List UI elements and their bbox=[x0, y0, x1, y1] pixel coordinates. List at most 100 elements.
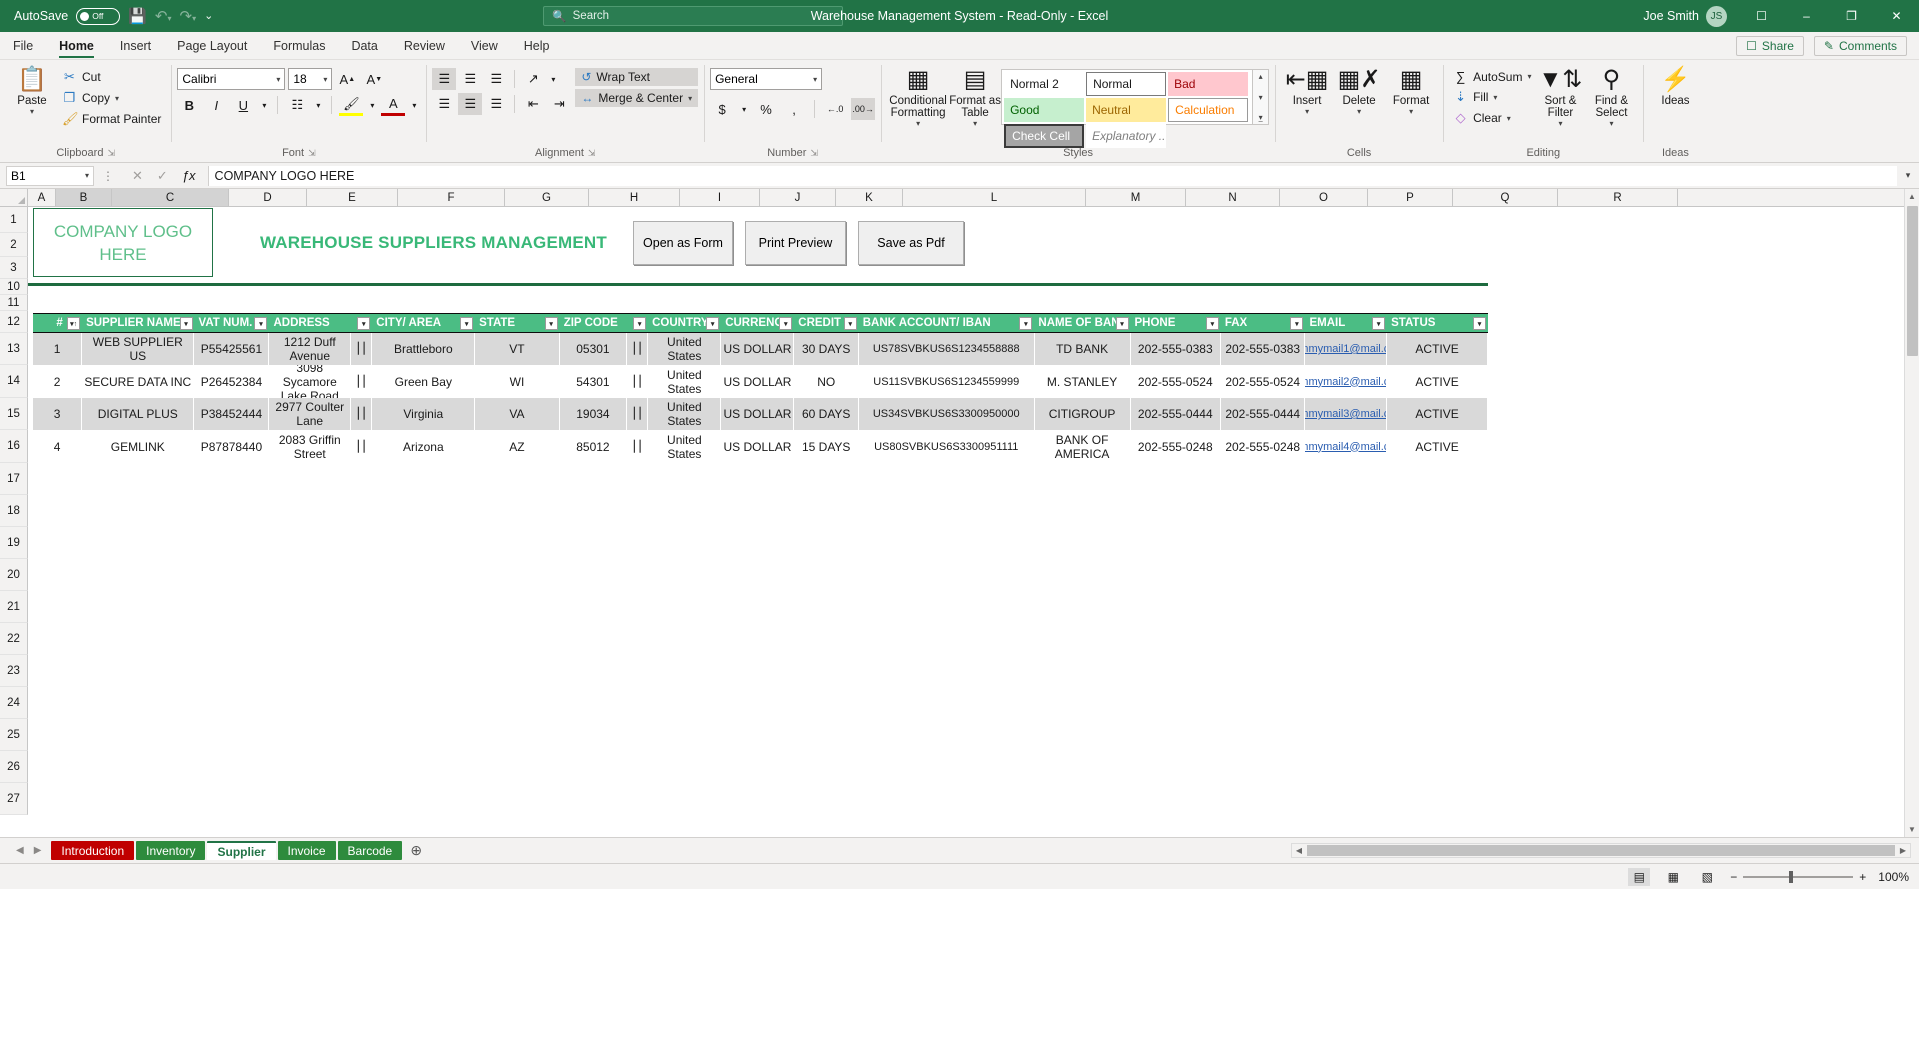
cell-iban[interactable]: US34SVBKUS6S3300950000 bbox=[858, 398, 1035, 430]
autosum-button[interactable]: ∑ AutoSum ▾ bbox=[1449, 68, 1535, 85]
filter-icon[interactable]: ▾ bbox=[1290, 317, 1304, 330]
column-supplier-name[interactable]: SUPPLIER NAME ▾ bbox=[82, 314, 194, 332]
vertical-scrollbar[interactable]: ▲ ▼ bbox=[1904, 189, 1919, 837]
increase-font-size-button[interactable]: A ▲ bbox=[335, 68, 359, 90]
decrease-indent-button[interactable]: ⇤ bbox=[521, 93, 545, 115]
chevron-down-icon[interactable]: ▾ bbox=[1305, 107, 1309, 116]
save-icon[interactable]: 💾 bbox=[128, 9, 147, 24]
decrease-font-size-button[interactable]: A ▼ bbox=[362, 68, 386, 90]
scroll-right-icon[interactable]: ▶ bbox=[1896, 846, 1910, 855]
cell-style-normal-2[interactable]: Normal 2 bbox=[1004, 72, 1085, 96]
cell-currency[interactable]: US DOLLAR bbox=[721, 398, 795, 430]
autosave-toggle[interactable]: Off bbox=[76, 7, 121, 25]
filter-icon[interactable]: ▾ bbox=[254, 317, 268, 330]
row-header-21[interactable]: 21 bbox=[0, 591, 28, 623]
email-link[interactable]: dummymail2@mail.com bbox=[1305, 375, 1386, 389]
cell-fax[interactable]: 202-555-0524 bbox=[1220, 365, 1306, 398]
filter-icon[interactable]: ▾ bbox=[779, 317, 793, 330]
column-header-J[interactable]: J bbox=[760, 189, 836, 206]
expand-formula-bar-icon[interactable]: ▾ bbox=[1899, 170, 1917, 181]
first-sheet-icon[interactable]: ◀ bbox=[16, 845, 24, 856]
format-as-table-button[interactable]: ▤ Format as Table ▾ bbox=[949, 63, 1001, 129]
chevron-down-icon[interactable]: ▾ bbox=[1527, 72, 1531, 81]
cell-bank[interactable]: M. STANLEY bbox=[1034, 365, 1131, 398]
cell-supplier[interactable]: DIGITAL PLUS bbox=[82, 398, 195, 430]
formula-input[interactable]: COMPANY LOGO HERE bbox=[207, 165, 1897, 186]
accounting-format-button[interactable]: $ bbox=[710, 98, 734, 120]
cell-fax[interactable]: 202-555-0444 bbox=[1220, 398, 1306, 430]
horizontal-scrollbar[interactable]: ◀ ▶ bbox=[1291, 843, 1911, 858]
zoom-handle[interactable] bbox=[1789, 870, 1794, 883]
orientation-icon[interactable]: ↗ bbox=[521, 68, 545, 90]
cell-email[interactable]: dummymail2@mail.com bbox=[1305, 365, 1388, 398]
italic-button[interactable]: I bbox=[204, 94, 228, 116]
column-header-A[interactable]: A bbox=[28, 189, 56, 206]
column-header-Q[interactable]: Q bbox=[1453, 189, 1558, 206]
cell-city[interactable]: Green Bay bbox=[372, 365, 476, 398]
chevron-down-icon[interactable]: ▾ bbox=[688, 94, 692, 103]
column-address[interactable]: ADDRESS ▾ bbox=[269, 314, 372, 332]
filter-icon[interactable]: ▾ bbox=[1115, 317, 1129, 330]
vertical-scroll-thumb[interactable] bbox=[1906, 206, 1918, 356]
cell-fax[interactable]: 202-555-0383 bbox=[1220, 333, 1306, 365]
format-cells-button[interactable]: ▦ Format ▾ bbox=[1385, 63, 1437, 117]
underline-dropdown-icon[interactable]: ▾ bbox=[258, 94, 270, 116]
chevron-down-icon[interactable]: ▾ bbox=[1609, 119, 1613, 128]
cell-supplier[interactable]: GEMLINK bbox=[82, 430, 195, 463]
map-icon[interactable]: ⎮⎮ bbox=[627, 333, 649, 365]
column-header-G[interactable]: G bbox=[505, 189, 589, 206]
row-header-3[interactable]: 3 bbox=[0, 257, 28, 279]
cell-currency[interactable]: US DOLLAR bbox=[721, 430, 795, 463]
restore-button[interactable]: ❐ bbox=[1829, 0, 1874, 32]
cell-address[interactable]: 3098 Sycamore Lake Road bbox=[269, 365, 352, 398]
paste-dropdown-icon[interactable]: ▾ bbox=[30, 107, 34, 116]
map-icon[interactable]: ⎮⎮ bbox=[627, 398, 649, 430]
zoom-track[interactable] bbox=[1743, 870, 1854, 883]
row-header-23[interactable]: 23 bbox=[0, 655, 28, 687]
chevron-down-icon[interactable]: ▾ bbox=[973, 119, 977, 128]
font-size-combo[interactable]: 18 ▾ bbox=[288, 68, 333, 90]
cell-state[interactable]: VA bbox=[475, 398, 560, 430]
close-button[interactable]: ✕ bbox=[1874, 0, 1919, 32]
cell-state[interactable]: AZ bbox=[475, 430, 560, 463]
cell-city[interactable]: Arizona bbox=[372, 430, 476, 463]
name-box[interactable]: B1 ▾ bbox=[6, 165, 94, 186]
map-icon[interactable]: ⎮⎮ bbox=[351, 333, 373, 365]
filter-icon[interactable]: ▾ bbox=[843, 317, 857, 330]
column-header-K[interactable]: K bbox=[836, 189, 903, 206]
cut-button[interactable]: ✂ Cut bbox=[58, 68, 165, 86]
chevron-down-icon[interactable]: ▾ bbox=[1357, 107, 1361, 116]
column-header-H[interactable]: H bbox=[589, 189, 680, 206]
tab-help[interactable]: Help bbox=[511, 32, 563, 59]
column-email[interactable]: EMAIL ▾ bbox=[1305, 314, 1387, 332]
cell-bank[interactable]: TD BANK bbox=[1034, 333, 1131, 365]
normal-view-icon[interactable]: ▤ bbox=[1628, 867, 1651, 886]
borders-dropdown-icon[interactable]: ▾ bbox=[312, 94, 324, 116]
column-header-I[interactable]: I bbox=[680, 189, 760, 206]
column-header-N[interactable]: N bbox=[1186, 189, 1280, 206]
sheet-tab-barcode[interactable]: Barcode bbox=[337, 841, 403, 860]
cell-vat[interactable]: P55425561 bbox=[194, 333, 270, 365]
table-row[interactable]: 2 SECURE DATA INC P26452384 3098 Sycamor… bbox=[33, 365, 1489, 398]
ribbon-display-options-icon[interactable]: ☐ bbox=[1739, 0, 1784, 32]
customize-quick-access-icon[interactable]: ⌄ bbox=[204, 10, 213, 22]
last-sheet-icon[interactable]: ▶ bbox=[34, 845, 42, 856]
cell-style-normal[interactable]: Normal bbox=[1086, 72, 1167, 96]
column-header-E[interactable]: E bbox=[307, 189, 398, 206]
font-dialog-launcher-icon[interactable]: ⇲ bbox=[308, 148, 316, 159]
scroll-up-icon[interactable]: ▲ bbox=[1908, 189, 1916, 204]
paste-button[interactable]: 📋 Paste ▾ bbox=[6, 63, 58, 117]
cell-vat[interactable]: P87878440 bbox=[194, 430, 270, 463]
cell-phone[interactable]: 202-555-0383 bbox=[1130, 333, 1221, 365]
zoom-out-icon[interactable]: − bbox=[1730, 870, 1737, 884]
cancel-icon[interactable]: ✕ bbox=[132, 168, 143, 184]
column-fax[interactable]: FAX ▾ bbox=[1221, 314, 1306, 332]
find-select-button[interactable]: ⚲ Find & Select ▾ bbox=[1585, 63, 1637, 129]
column-header-R[interactable]: R bbox=[1558, 189, 1678, 206]
align-left-button[interactable]: ☰ bbox=[432, 93, 456, 115]
minimize-button[interactable]: – bbox=[1784, 0, 1829, 32]
comments-button[interactable]: ✎ Comments bbox=[1813, 35, 1907, 56]
filter-icon[interactable]: ▾ bbox=[179, 317, 193, 330]
cell-city[interactable]: Brattleboro bbox=[372, 333, 476, 365]
cell-iban[interactable]: US78SVBKUS6S1234558888 bbox=[858, 333, 1035, 365]
